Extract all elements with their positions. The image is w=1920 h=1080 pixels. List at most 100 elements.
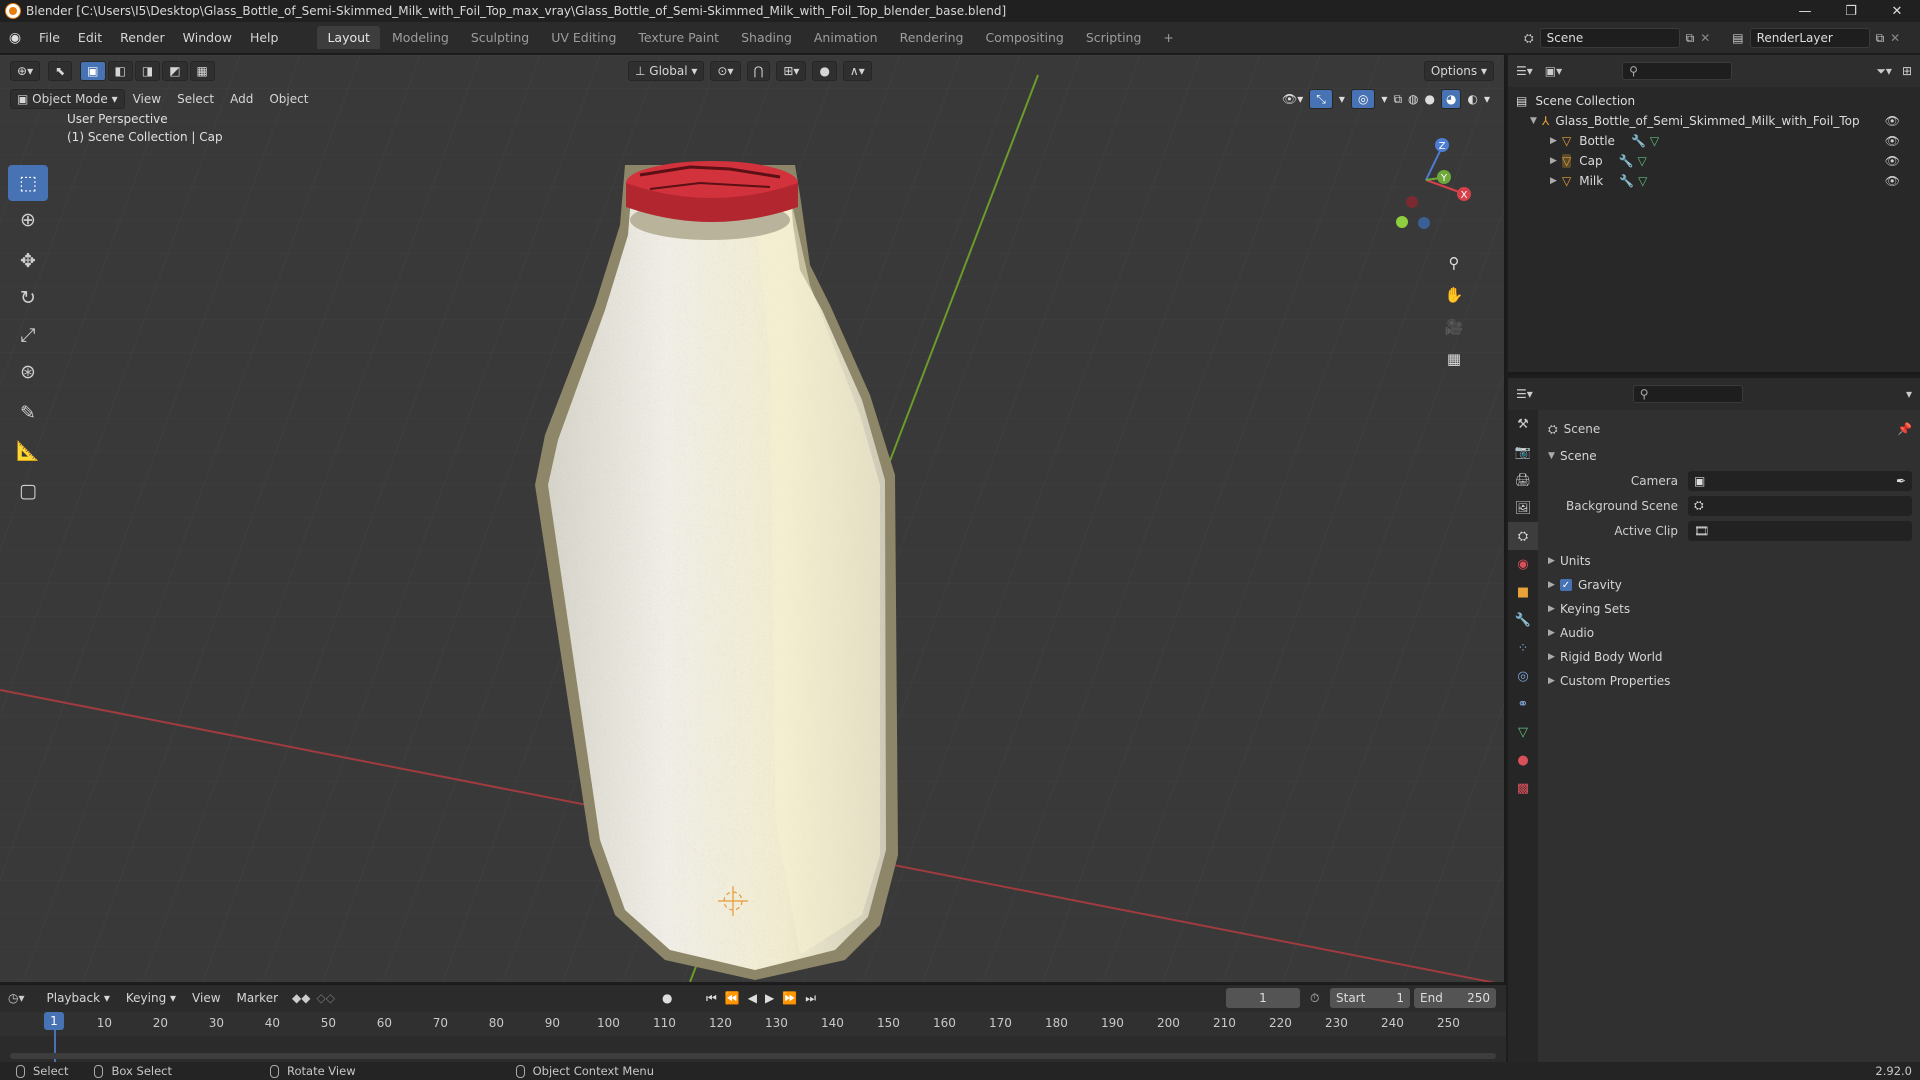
play-icon[interactable]: ▶ <box>765 991 774 1005</box>
cursor-tool[interactable]: ⊕ <box>8 202 48 238</box>
outliner-scene-collection[interactable]: ▤ Scene Collection <box>1516 91 1912 111</box>
jump-end-icon[interactable]: ⏭ <box>805 991 816 1006</box>
prev-keyframe-icon[interactable]: ⏪ <box>725 991 740 1005</box>
snap-toggle[interactable]: ⋂ <box>746 61 771 81</box>
tab-sculpting[interactable]: Sculpting <box>461 26 539 49</box>
proportional-edit-toggle[interactable]: ● <box>812 61 837 81</box>
select-mode-intersect[interactable]: ▦ <box>189 61 215 81</box>
select-mode-new[interactable]: ▣ <box>80 61 106 81</box>
snap-element-dropdown[interactable]: ⊞ ▾ <box>776 61 807 81</box>
texture-tab[interactable]: ▩ <box>1508 774 1538 802</box>
delete-scene-icon[interactable]: ✕ <box>1700 31 1710 45</box>
mode-dropdown[interactable]: ▣ Object Mode ▾ <box>10 89 125 109</box>
delete-layer-icon[interactable]: ✕ <box>1890 31 1900 45</box>
camera-view-button[interactable]: 🎥 <box>1440 313 1468 341</box>
expand-right-icon[interactable]: ▶ <box>1550 136 1562 146</box>
world-tab[interactable]: ◉ <box>1508 550 1538 578</box>
close-button[interactable]: ✕ <box>1874 0 1920 22</box>
3d-viewport[interactable]: ⊕ ▾ ⬉ ▣ ◧ ◨ ◩ ▦ ⊥ Global ▾ ⊙ ▾ ⋂ ⊞ ▾ ● ∧ ▾ O… <box>0 55 1506 982</box>
keyframe-icon[interactable]: ◆◆ <box>292 991 310 1005</box>
end-frame-field[interactable]: End 250 <box>1414 988 1496 1008</box>
solid-shading-icon[interactable]: ● <box>1425 92 1435 106</box>
add-workspace-button[interactable]: + <box>1153 26 1183 49</box>
menu-select[interactable]: Select <box>169 92 222 106</box>
filter-icon[interactable]: ⏷▾ <box>1876 64 1892 79</box>
duplicate-scene-icon[interactable]: ⧉ <box>1686 31 1695 46</box>
annotate-tool[interactable]: ✎ <box>8 395 48 431</box>
tab-modeling[interactable]: Modeling <box>382 26 459 49</box>
gizmo-toggle[interactable]: ⤡ <box>1309 89 1333 109</box>
minimize-button[interactable]: — <box>1782 0 1828 22</box>
tab-animation[interactable]: Animation <box>804 26 888 49</box>
expand-right-icon[interactable]: ▶ <box>1550 176 1562 186</box>
expand-right-icon[interactable]: ▶ <box>1550 156 1562 166</box>
rotate-tool[interactable]: ↻ <box>8 280 48 316</box>
particles-tab[interactable]: ⁘ <box>1508 634 1538 662</box>
proportional-falloff-dropdown[interactable]: ∧ ▾ <box>842 61 872 81</box>
eyedropper-icon[interactable]: ✒ <box>1896 474 1906 488</box>
menu-object[interactable]: Object <box>261 92 316 106</box>
navigation-gizmo[interactable]: Z X Y ⚲ ✋ 🎥 ▦ <box>1370 120 1490 370</box>
renderlayer-selector[interactable]: RenderLayer <box>1749 28 1870 48</box>
visibility-eye-icon[interactable]: 👁 <box>1885 154 1900 168</box>
scale-tool[interactable]: ⤢ <box>8 317 48 353</box>
display-mode-icon[interactable]: ▣▾ <box>1545 64 1562 78</box>
overlay-dropdown[interactable]: ▾ <box>1381 92 1387 106</box>
timeline-editor-icon[interactable]: ◷▾ <box>8 991 25 1005</box>
visibility-eye-icon[interactable]: 👁 <box>1885 114 1900 128</box>
options-dropdown[interactable]: Options ▾ <box>1423 61 1494 81</box>
active-clip-field[interactable]: 🎞 <box>1688 520 1912 541</box>
outliner-item-cap[interactable]: ▶ ▽ Cap 🔧 ▽ 👁 <box>1516 151 1912 171</box>
wireframe-shading-icon[interactable]: ◍ <box>1408 92 1418 106</box>
pin-icon[interactable]: 📌 <box>1897 422 1912 436</box>
outliner-item-milk[interactable]: ▶ ▽ Milk 🔧 ▽ 👁 <box>1516 171 1912 191</box>
properties-editor-icon[interactable]: ☰▾ <box>1516 387 1533 401</box>
timeline-scrollbar[interactable] <box>10 1053 1496 1059</box>
move-tool[interactable]: ✥ <box>8 243 48 279</box>
material-shading-button[interactable]: ◕ <box>1441 89 1462 109</box>
zoom-view-button[interactable]: ⚲ <box>1440 249 1468 277</box>
properties-dropdown-icon[interactable]: ▾ <box>1906 387 1912 401</box>
tab-compositing[interactable]: Compositing <box>975 26 1073 49</box>
tool-select-button[interactable]: ⬉ <box>48 61 73 81</box>
audio-panel-header[interactable]: ▶ Audio <box>1548 621 1912 645</box>
shading-dropdown[interactable]: ▾ <box>1484 92 1490 106</box>
menu-render[interactable]: Render <box>111 30 174 45</box>
visibility-eye-icon[interactable]: 👁▾ <box>1282 92 1303 106</box>
render-tab[interactable]: 📷 <box>1508 438 1538 466</box>
select-box-tool[interactable]: ⬚ <box>8 165 48 201</box>
overlay-toggle[interactable]: ◎ <box>1350 89 1376 109</box>
background-scene-field[interactable]: ⛭ <box>1688 495 1912 516</box>
menu-file[interactable]: File <box>30 30 69 45</box>
tab-uv-editing[interactable]: UV Editing <box>541 26 626 49</box>
scene-section-header[interactable]: ▼ Scene <box>1548 444 1912 468</box>
timeline-keying-menu[interactable]: Keying ▾ <box>118 991 184 1005</box>
tab-rendering[interactable]: Rendering <box>890 26 974 49</box>
keying-sets-panel-header[interactable]: ▶ Keying Sets <box>1548 597 1912 621</box>
ortho-toggle-button[interactable]: ▦ <box>1440 345 1468 373</box>
outliner-collection-row[interactable]: ▼ ⅄ Glass_Bottle_of_Semi_Skimmed_Milk_wi… <box>1516 111 1912 131</box>
select-mode-invert[interactable]: ◩ <box>162 61 188 81</box>
expand-down-icon[interactable]: ▼ <box>1530 116 1542 126</box>
restore-button[interactable]: ❐ <box>1828 0 1874 22</box>
menu-edit[interactable]: Edit <box>69 30 111 45</box>
menu-window[interactable]: Window <box>174 30 241 45</box>
jump-start-icon[interactable]: ⏮ <box>706 991 717 1006</box>
output-tab[interactable]: 🖨 <box>1508 466 1538 494</box>
tab-layout[interactable]: Layout <box>317 26 380 49</box>
timeline-marker-menu[interactable]: Marker <box>229 991 286 1005</box>
visibility-eye-icon[interactable]: 👁 <box>1885 134 1900 148</box>
outliner-search[interactable]: ⚲ <box>1622 62 1733 80</box>
tab-scripting[interactable]: Scripting <box>1076 26 1152 49</box>
gravity-checkbox[interactable]: ✓ <box>1560 579 1572 591</box>
editor-type-button[interactable]: ⊕ ▾ <box>10 61 41 81</box>
properties-search[interactable]: ⚲ <box>1632 385 1743 403</box>
menu-help[interactable]: Help <box>241 30 288 45</box>
playhead-marker[interactable]: 1 <box>44 1012 64 1030</box>
pivot-point-dropdown[interactable]: ⊙ ▾ <box>710 61 741 81</box>
play-reverse-icon[interactable]: ◀ <box>748 991 757 1005</box>
outliner-editor-icon[interactable]: ☰▾ <box>1516 64 1533 78</box>
menu-add[interactable]: Add <box>222 92 261 106</box>
rigid-body-panel-header[interactable]: ▶ Rigid Body World <box>1548 645 1912 669</box>
blender-menu-icon[interactable]: ◉ <box>0 30 30 46</box>
